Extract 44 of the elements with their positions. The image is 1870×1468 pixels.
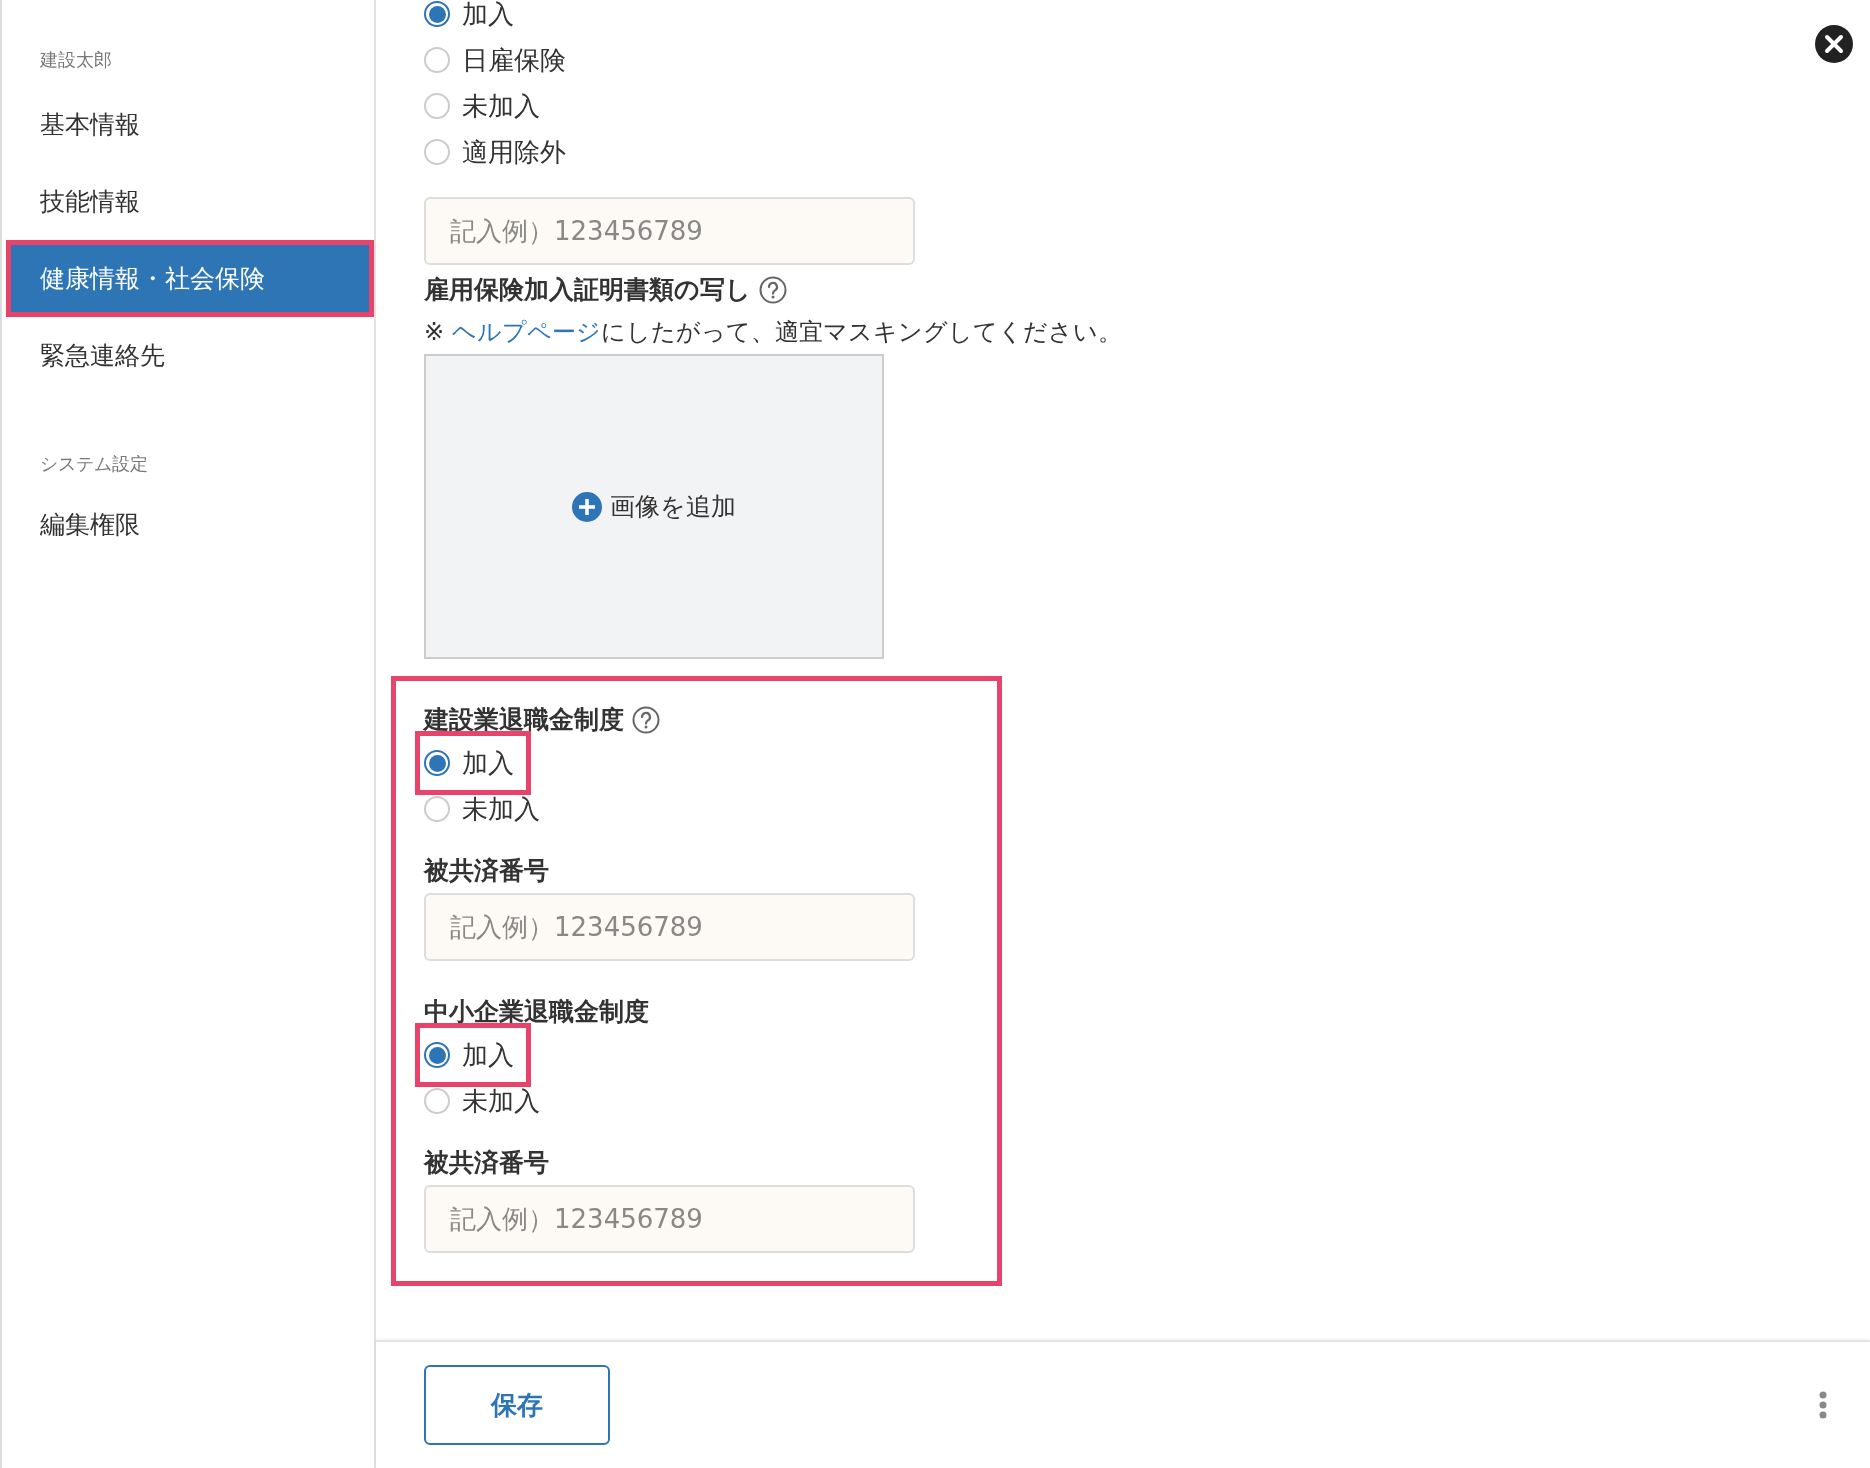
radio-option[interactable]: 加入 <box>424 0 514 37</box>
input-field[interactable]: 記入例）123456789 <box>424 1185 915 1253</box>
radio-option[interactable]: 日雇保険 <box>424 37 566 83</box>
field-label: 被共済番号 <box>424 855 549 887</box>
radio-option[interactable]: 適用除外 <box>424 129 566 175</box>
radio-label[interactable]: 加入 <box>462 1037 514 1073</box>
more-options-icon[interactable] <box>1818 1390 1828 1420</box>
help-link[interactable]: ヘルプページ <box>451 318 601 346</box>
radio-option[interactable]: 未加入 <box>424 83 540 129</box>
close-icon[interactable] <box>1815 25 1853 63</box>
radio-label[interactable]: 日雇保険 <box>462 42 566 78</box>
sidebar-item[interactable]: 健康情報・社会保険 <box>6 240 374 317</box>
plus-icon <box>572 491 602 522</box>
radio-label[interactable]: 未加入 <box>462 791 540 827</box>
input-field[interactable]: 記入例）123456789 <box>424 893 915 961</box>
field-label: 雇用保険加入証明書類の写し <box>424 274 751 306</box>
help-icon[interactable] <box>632 705 660 734</box>
sidebar-item[interactable]: 基本情報 <box>6 86 374 163</box>
image-dropzone[interactable]: 画像を追加 <box>424 354 884 659</box>
radio-label[interactable]: 加入 <box>462 0 514 32</box>
radio-option[interactable]: 加入 <box>424 1032 522 1078</box>
radio-label[interactable]: 未加入 <box>462 1083 540 1119</box>
field-label: 建設業退職金制度 <box>424 704 624 736</box>
save-button[interactable]: 保存 <box>424 1365 610 1445</box>
section-label: システム設定 <box>39 452 149 476</box>
field-label: 被共済番号 <box>424 1147 549 1179</box>
masking-note: ※ ヘルプページ にしたがって、適宜マスキングしてください。 <box>424 317 1123 348</box>
radio-button[interactable] <box>424 1042 450 1068</box>
radio-label[interactable]: 未加入 <box>462 88 540 124</box>
sidebar-item[interactable]: 技能情報 <box>6 163 374 240</box>
add-image-button[interactable]: 画像を追加 <box>572 490 736 523</box>
radio-label[interactable]: 適用除外 <box>462 134 566 170</box>
help-icon[interactable] <box>759 275 787 304</box>
radio-option[interactable]: 未加入 <box>424 1078 540 1124</box>
user-name: 建設太郎 <box>39 48 113 72</box>
radio-option[interactable]: 加入 <box>424 740 522 786</box>
sidebar-item[interactable]: 編集権限 <box>6 486 374 563</box>
field-label: 中小企業退職金制度 <box>424 996 649 1028</box>
radio-label[interactable]: 加入 <box>462 745 514 781</box>
radio-button[interactable] <box>424 750 450 776</box>
radio-option[interactable]: 未加入 <box>424 786 540 832</box>
input-field[interactable]: 記入例）123456789 <box>424 197 915 265</box>
sidebar-item[interactable]: 緊急連絡先 <box>6 317 374 394</box>
radio-button[interactable] <box>424 1 450 27</box>
